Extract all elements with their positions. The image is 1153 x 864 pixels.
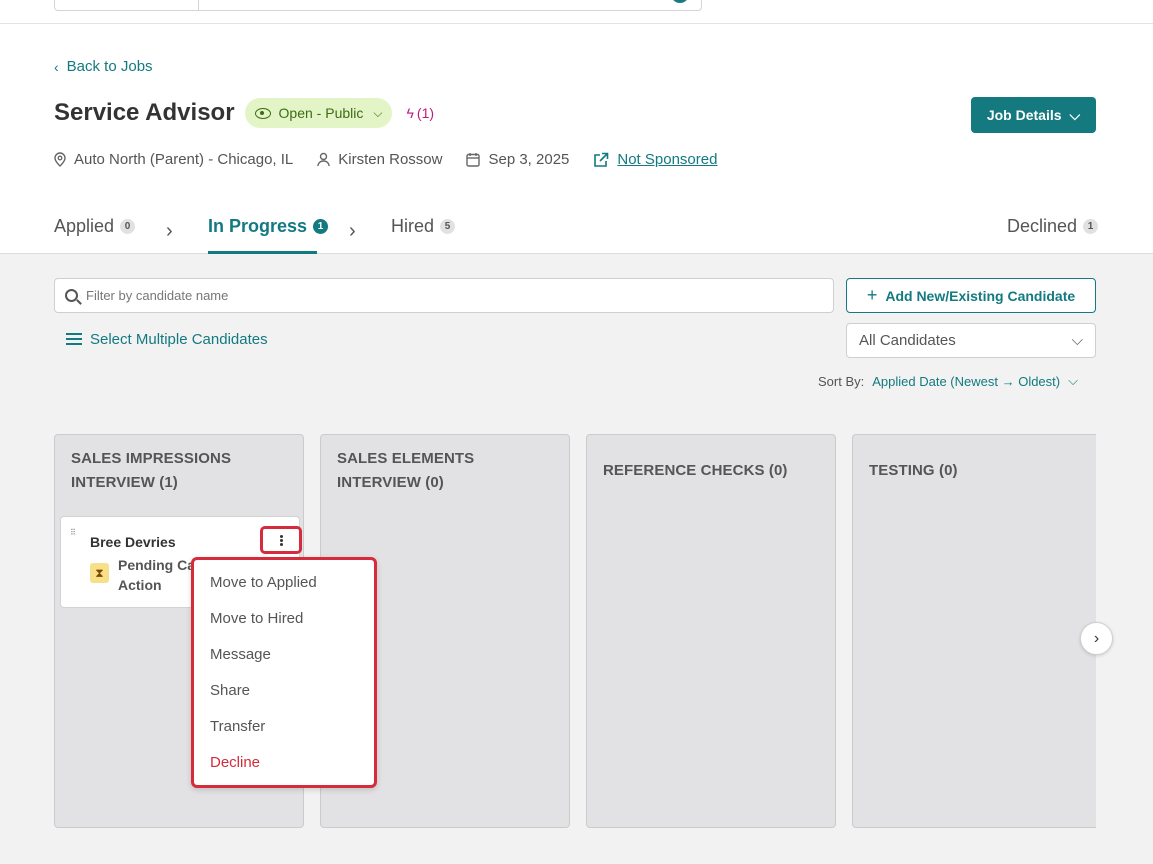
back-to-jobs-link[interactable]: ‹ Back to Jobs bbox=[54, 58, 153, 75]
kebab-icon bbox=[279, 538, 283, 542]
stage-title-line: REFERENCE CHECKS (0) bbox=[603, 462, 788, 479]
stage-column: TESTING (0) bbox=[852, 434, 1096, 828]
add-candidate-label: Add New/Existing Candidate bbox=[885, 287, 1076, 304]
pipeline-board: + Add New/Existing Candidate Select Mult… bbox=[0, 254, 1153, 864]
stage-title-line: INTERVIEW (1) bbox=[71, 474, 178, 491]
sort-control[interactable]: Sort By: Applied Date (Newest → Oldest) … bbox=[818, 373, 1078, 389]
menu-item-decline[interactable]: Decline bbox=[210, 754, 260, 771]
stage-title-line: INTERVIEW (0) bbox=[337, 474, 444, 491]
job-status-dropdown[interactable]: Open - Public ⌵ bbox=[244, 98, 393, 128]
chevron-right-icon: › bbox=[1093, 629, 1100, 647]
stage-column-title: SALES IMPRESSIONS INTERVIEW (1) bbox=[71, 447, 287, 495]
eye-icon bbox=[254, 107, 271, 119]
job-details-button[interactable]: Job Details ⌵ bbox=[971, 97, 1096, 133]
tab-count-badge: 1 bbox=[313, 219, 329, 234]
menu-item-share[interactable]: Share bbox=[210, 682, 250, 699]
pipeline-tabs: Applied 0 › In Progress 1 › Hired 5 Decl… bbox=[0, 206, 1153, 254]
top-nav-selector[interactable] bbox=[54, 0, 199, 11]
location-pin-icon bbox=[54, 152, 66, 167]
candidate-name[interactable]: Bree Devries bbox=[90, 534, 176, 550]
stage-title-line: SALES ELEMENTS bbox=[337, 450, 475, 467]
tab-count-badge: 1 bbox=[1083, 219, 1099, 234]
menu-item-move-to-hired[interactable]: Move to Hired bbox=[210, 610, 303, 627]
person-icon bbox=[317, 152, 330, 167]
chevron-right-icon: › bbox=[166, 220, 173, 242]
stage-column: REFERENCE CHECKS (0) bbox=[586, 434, 836, 828]
calendar-icon bbox=[466, 153, 481, 167]
drag-handle-icon[interactable]: ⠿ bbox=[70, 529, 78, 543]
tab-count-badge: 0 bbox=[120, 219, 136, 234]
menu-item-move-to-applied[interactable]: Move to Applied bbox=[210, 574, 317, 591]
job-date-text: Sep 3, 2025 bbox=[488, 151, 570, 168]
job-details-label: Job Details bbox=[986, 107, 1062, 123]
job-meta: Auto North (Parent) - Chicago, IL Kirste… bbox=[54, 151, 741, 168]
boost-count: (1) bbox=[416, 105, 435, 121]
candidate-actions-menu: Move to Applied Move to Hired Message Sh… bbox=[191, 557, 377, 788]
chevron-down-icon: ⌵ bbox=[1069, 106, 1081, 123]
job-recruiter: Kirsten Rossow bbox=[317, 151, 442, 168]
search-icon bbox=[65, 289, 78, 302]
sort-value: Applied Date (Newest → Oldest) bbox=[872, 373, 1061, 389]
candidate-filter-select[interactable]: All Candidates ⌵ bbox=[846, 323, 1096, 358]
chevron-down-icon: ⌵ bbox=[373, 105, 383, 120]
select-multiple-button[interactable]: Select Multiple Candidates bbox=[66, 331, 268, 348]
sponsorship-text: Not Sponsored bbox=[617, 151, 718, 168]
tab-declined[interactable]: Declined 1 bbox=[1007, 216, 1099, 237]
job-header: Service Advisor Open - Public ⌵ ϟ (1) bbox=[54, 98, 434, 128]
tab-count-badge: 5 bbox=[440, 219, 456, 234]
stage-column-title: TESTING (0) bbox=[869, 459, 1080, 483]
select-multiple-label: Select Multiple Candidates bbox=[90, 331, 268, 348]
candidate-search[interactable] bbox=[54, 278, 834, 313]
tab-label: Applied bbox=[54, 216, 115, 236]
stage-title-line: TESTING (0) bbox=[869, 462, 958, 479]
scroll-columns-right-button[interactable]: › bbox=[1080, 622, 1113, 655]
top-navigation-bar bbox=[0, 0, 1153, 24]
sponsorship-link[interactable]: Not Sponsored bbox=[593, 151, 717, 168]
chevron-down-icon: ⌵ bbox=[1071, 332, 1083, 349]
tab-label: In Progress bbox=[208, 216, 308, 236]
tab-applied[interactable]: Applied 0 bbox=[54, 216, 136, 237]
page-title: Service Advisor bbox=[54, 99, 235, 126]
stage-column-title: SALES ELEMENTS INTERVIEW (0) bbox=[337, 447, 553, 495]
menu-item-transfer[interactable]: Transfer bbox=[210, 718, 265, 735]
plus-icon: + bbox=[866, 285, 878, 305]
candidate-filter-value: All Candidates bbox=[859, 332, 956, 349]
chevron-left-icon: ‹ bbox=[54, 58, 59, 75]
add-candidate-button[interactable]: + Add New/Existing Candidate bbox=[846, 278, 1096, 313]
chevron-down-icon: ⌵ bbox=[1068, 373, 1078, 388]
chevron-right-icon: › bbox=[349, 220, 356, 242]
tab-label: Declined bbox=[1007, 216, 1078, 236]
list-icon bbox=[66, 333, 82, 346]
boost-indicator[interactable]: ϟ (1) bbox=[406, 105, 434, 121]
stage-column-title: REFERENCE CHECKS (0) bbox=[603, 459, 819, 483]
menu-item-message[interactable]: Message bbox=[210, 646, 271, 663]
lightning-icon: ϟ bbox=[406, 105, 414, 121]
top-nav-search[interactable] bbox=[198, 0, 702, 11]
more-actions-button[interactable] bbox=[260, 526, 302, 554]
candidate-search-input[interactable] bbox=[86, 288, 786, 303]
job-date: Sep 3, 2025 bbox=[466, 151, 569, 168]
job-recruiter-text: Kirsten Rossow bbox=[338, 151, 443, 168]
back-to-jobs-label: Back to Jobs bbox=[66, 58, 153, 75]
tab-label: Hired bbox=[391, 216, 435, 236]
job-location-text: Auto North (Parent) - Chicago, IL bbox=[74, 151, 294, 168]
tab-in-progress[interactable]: In Progress 1 bbox=[208, 216, 329, 237]
tab-hired[interactable]: Hired 5 bbox=[391, 216, 456, 237]
sort-label: Sort By: bbox=[818, 373, 865, 389]
external-link-icon bbox=[594, 152, 609, 167]
job-status-label: Open - Public bbox=[278, 105, 364, 121]
hourglass-icon: ⧗ bbox=[90, 563, 109, 583]
stage-title-line: SALES IMPRESSIONS bbox=[71, 450, 232, 467]
job-location: Auto North (Parent) - Chicago, IL bbox=[54, 151, 293, 168]
